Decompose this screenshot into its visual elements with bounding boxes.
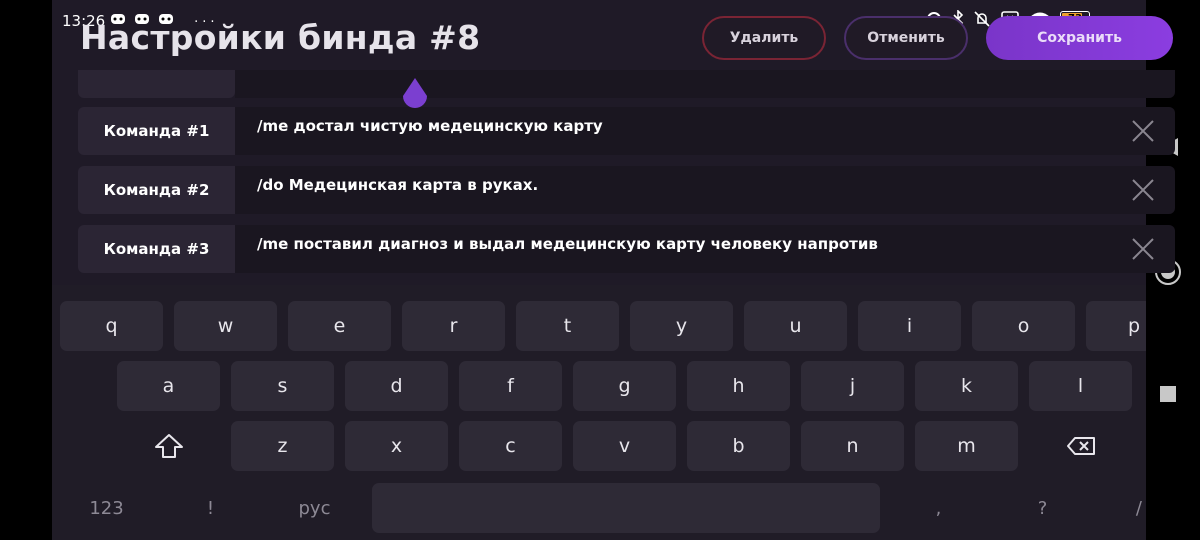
- command-label: Команда #3: [78, 225, 235, 273]
- command-input[interactable]: /me поставил диагноз и выдал медецинскую…: [235, 225, 1175, 273]
- left-system-bar: [0, 0, 52, 540]
- key-m[interactable]: m: [915, 421, 1018, 471]
- key-f[interactable]: f: [459, 361, 562, 411]
- cancel-button[interactable]: Отменить: [844, 16, 968, 60]
- partial-row: [78, 70, 1175, 98]
- key-k[interactable]: k: [915, 361, 1018, 411]
- partial-row-label: [78, 70, 235, 98]
- command-row: Команда #3 /me поставил диагноз и выдал …: [78, 225, 1175, 273]
- command-input[interactable]: /me достал чистую медецинскую карту: [235, 107, 1175, 155]
- key-e[interactable]: e: [288, 301, 391, 351]
- close-icon[interactable]: [1131, 237, 1155, 261]
- key-z[interactable]: z: [231, 421, 334, 471]
- key-b[interactable]: b: [687, 421, 790, 471]
- command-input[interactable]: /do Медецинская карта в руках.: [235, 166, 1175, 214]
- text-cursor-handle-icon[interactable]: [400, 78, 430, 112]
- key-w[interactable]: w: [174, 301, 277, 351]
- key-t[interactable]: t: [516, 301, 619, 351]
- key-y[interactable]: y: [630, 301, 733, 351]
- command-input-text: /do Медецинская карта в руках.: [257, 176, 539, 194]
- shift-key[interactable]: [117, 421, 220, 471]
- on-screen-keyboard: q w e r t y u i o p a s d f g h j k l z …: [52, 285, 1146, 540]
- key-x[interactable]: x: [345, 421, 448, 471]
- key-p[interactable]: p: [1086, 301, 1146, 351]
- command-input-text: /me достал чистую медецинскую карту: [257, 117, 603, 135]
- delete-button[interactable]: Удалить: [702, 16, 826, 60]
- key-a[interactable]: a: [117, 361, 220, 411]
- close-icon[interactable]: [1131, 119, 1155, 143]
- command-row: Команда #2 /do Медецинская карта в руках…: [78, 166, 1175, 214]
- key-j[interactable]: j: [801, 361, 904, 411]
- key-u[interactable]: u: [744, 301, 847, 351]
- key-q[interactable]: q: [60, 301, 163, 351]
- space-key[interactable]: [372, 483, 880, 533]
- comma-key[interactable]: ,: [892, 483, 985, 533]
- backspace-icon: [1066, 437, 1095, 455]
- partial-row-field[interactable]: [235, 70, 1175, 98]
- mute-icon: [974, 11, 990, 27]
- save-button[interactable]: Сохранить: [986, 16, 1173, 60]
- shift-icon: [154, 434, 183, 458]
- slash-key[interactable]: /: [1100, 483, 1146, 533]
- key-g[interactable]: g: [573, 361, 676, 411]
- key-d[interactable]: d: [345, 361, 448, 411]
- key-n[interactable]: n: [801, 421, 904, 471]
- command-row: Команда #1 /me достал чистую медецинскую…: [78, 107, 1175, 155]
- key-l[interactable]: l: [1029, 361, 1132, 411]
- numbers-key[interactable]: 123: [60, 483, 153, 533]
- question-key[interactable]: ?: [996, 483, 1089, 533]
- key-c[interactable]: c: [459, 421, 562, 471]
- exclamation-key[interactable]: !: [164, 483, 257, 533]
- command-label: Команда #1: [78, 107, 235, 155]
- close-icon[interactable]: [1131, 178, 1155, 202]
- key-v[interactable]: v: [573, 421, 676, 471]
- key-r[interactable]: r: [402, 301, 505, 351]
- key-o[interactable]: o: [972, 301, 1075, 351]
- key-s[interactable]: s: [231, 361, 334, 411]
- backspace-key[interactable]: [1029, 421, 1132, 471]
- command-input-text: /me поставил диагноз и выдал медецинскую…: [257, 235, 878, 253]
- key-i[interactable]: i: [858, 301, 961, 351]
- recents-icon[interactable]: [1158, 384, 1178, 404]
- key-h[interactable]: h: [687, 361, 790, 411]
- page-title: Настройки бинда #8: [80, 18, 481, 57]
- command-label: Команда #2: [78, 166, 235, 214]
- language-key[interactable]: рус: [268, 483, 361, 533]
